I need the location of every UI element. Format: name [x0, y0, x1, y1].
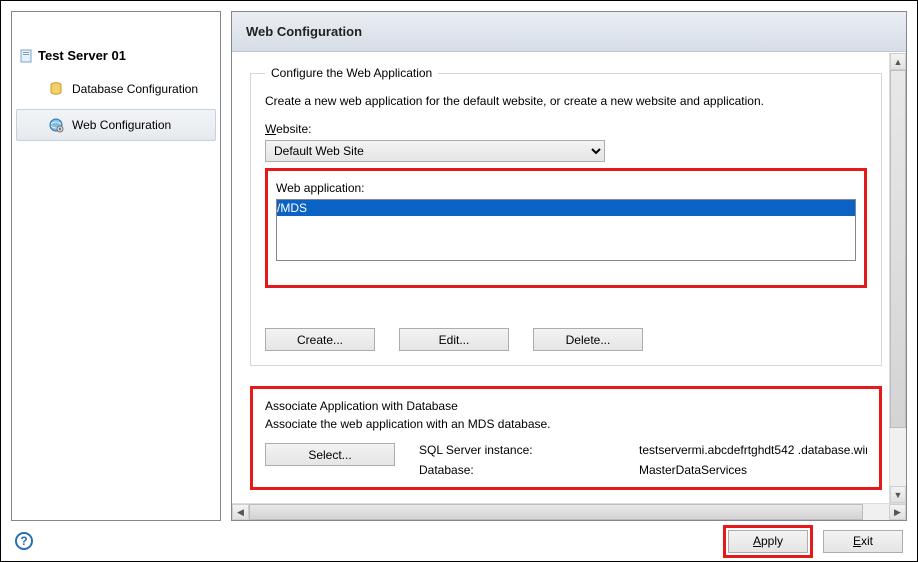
- website-dropdown[interactable]: Default Web Site: [265, 140, 605, 162]
- edit-button[interactable]: Edit...: [399, 328, 509, 351]
- server-tree-root[interactable]: Test Server 01: [12, 42, 220, 69]
- sql-instance-label: SQL Server instance:: [419, 443, 619, 457]
- help-icon[interactable]: ?: [15, 532, 33, 550]
- webapp-button-row: Create... Edit... Delete...: [265, 328, 867, 351]
- configure-web-app-group: Configure the Web Application Create a n…: [250, 66, 882, 366]
- scroll-down-icon[interactable]: ▼: [890, 486, 906, 503]
- apply-button[interactable]: Apply: [728, 530, 808, 553]
- webapp-label: Web application:: [276, 181, 856, 195]
- configuration-window: Test Server 01 Database Configuration We…: [0, 0, 918, 562]
- page-title: Web Configuration: [232, 12, 906, 52]
- apply-highlight-box: Apply: [723, 525, 813, 558]
- server-icon: [20, 49, 32, 63]
- webapp-selected-item[interactable]: /MDS: [277, 200, 855, 216]
- nav-web-configuration[interactable]: Web Configuration: [16, 109, 216, 141]
- scroll-area: Configure the Web Application Create a n…: [232, 52, 906, 503]
- web-configuration-icon: [48, 117, 64, 133]
- database-label: Database:: [419, 463, 619, 477]
- associate-legend: Associate Application with Database: [265, 399, 867, 413]
- associate-row: Select... SQL Server instance: testserve…: [265, 443, 867, 477]
- vertical-scrollbar[interactable]: ▲ ▼: [889, 53, 906, 503]
- nav-item-label: Web Configuration: [72, 118, 171, 132]
- select-database-button[interactable]: Select...: [265, 443, 395, 466]
- database-value: MasterDataServices: [639, 463, 867, 477]
- nav-database-configuration[interactable]: Database Configuration: [16, 73, 216, 105]
- exit-button[interactable]: Exit: [823, 530, 903, 553]
- scroll-right-icon[interactable]: ▶: [889, 504, 906, 520]
- content-row: Test Server 01 Database Configuration We…: [1, 1, 917, 521]
- delete-button[interactable]: Delete...: [533, 328, 643, 351]
- configure-description: Create a new web application for the def…: [265, 94, 867, 108]
- website-label: Website:: [265, 122, 867, 136]
- create-button[interactable]: Create...: [265, 328, 375, 351]
- associate-description: Associate the web application with an MD…: [265, 417, 867, 431]
- horizontal-scrollbar[interactable]: ◀ ▶: [232, 503, 906, 520]
- sql-instance-value: testservermi.abcdefrtghdt542 .database.w…: [639, 443, 867, 457]
- vscroll-track[interactable]: [890, 70, 906, 486]
- associate-highlight-box: Associate Application with Database Asso…: [250, 386, 882, 490]
- configure-legend: Configure the Web Application: [265, 66, 438, 80]
- database-icon: [48, 81, 64, 97]
- scroll-up-icon[interactable]: ▲: [890, 53, 906, 70]
- nav-item-label: Database Configuration: [72, 82, 198, 96]
- footer: ? Apply Exit: [1, 521, 917, 561]
- server-name-label: Test Server 01: [38, 48, 126, 63]
- hscroll-track[interactable]: [249, 504, 889, 520]
- webapp-highlight-box: Web application: /MDS: [265, 168, 867, 288]
- hscroll-thumb[interactable]: [249, 504, 863, 520]
- associate-grid: SQL Server instance: testservermi.abcdef…: [419, 443, 867, 477]
- vscroll-thumb[interactable]: [890, 70, 906, 428]
- sidebar: Test Server 01 Database Configuration We…: [11, 11, 221, 521]
- scroll-left-icon[interactable]: ◀: [232, 504, 249, 520]
- webapp-listbox[interactable]: /MDS: [276, 199, 856, 261]
- main-panel: Web Configuration Configure the Web Appl…: [231, 11, 907, 521]
